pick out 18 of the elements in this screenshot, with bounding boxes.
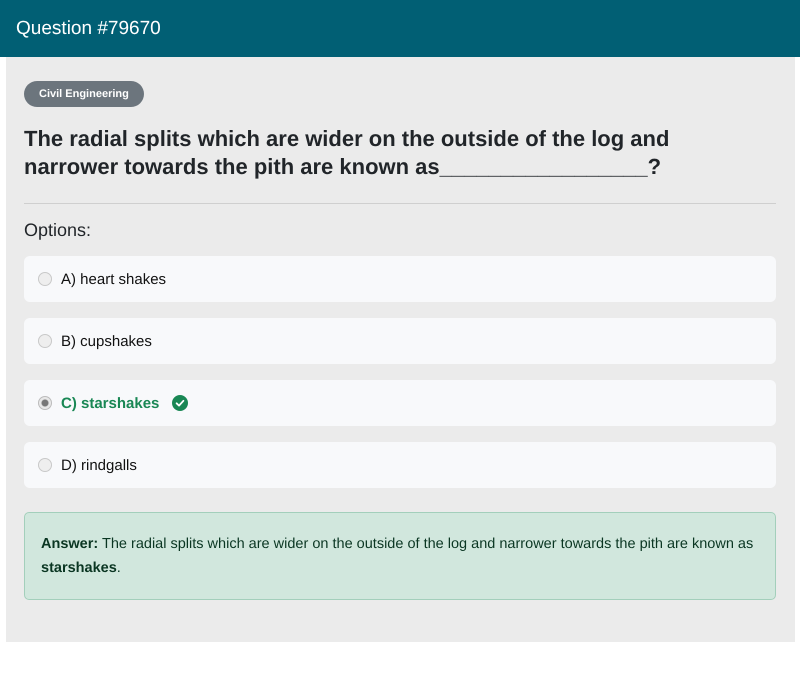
radio-button[interactable]	[38, 334, 52, 348]
option-row[interactable]: C) starshakes	[24, 380, 776, 426]
options-label: Options:	[24, 220, 92, 241]
option-text: B) cupshakes	[61, 332, 152, 350]
check-icon	[172, 395, 188, 411]
option-text: C) starshakes	[61, 394, 160, 412]
radio-button[interactable]	[38, 458, 52, 472]
question-title: Question #79670	[16, 18, 161, 40]
option-row[interactable]: A) heart shakes	[24, 256, 776, 302]
question-text: The radial splits which are wider on the outside of the log and narrower towards the pith are known as_________________?	[24, 125, 670, 181]
radio-button[interactable]	[38, 272, 52, 286]
option-row[interactable]: B) cupshakes	[24, 318, 776, 364]
answer-text: Answer: The radial splits which are wider on the outside of the log and narrower towards the pith are known as starshakes.	[41, 535, 754, 578]
radio-button[interactable]	[38, 396, 52, 410]
category-tag[interactable]: Civil Engineering	[24, 81, 144, 107]
option-row[interactable]: D) rindgalls	[24, 442, 776, 488]
option-text: A) heart shakes	[61, 270, 166, 288]
option-text: D) rindgalls	[61, 456, 137, 474]
